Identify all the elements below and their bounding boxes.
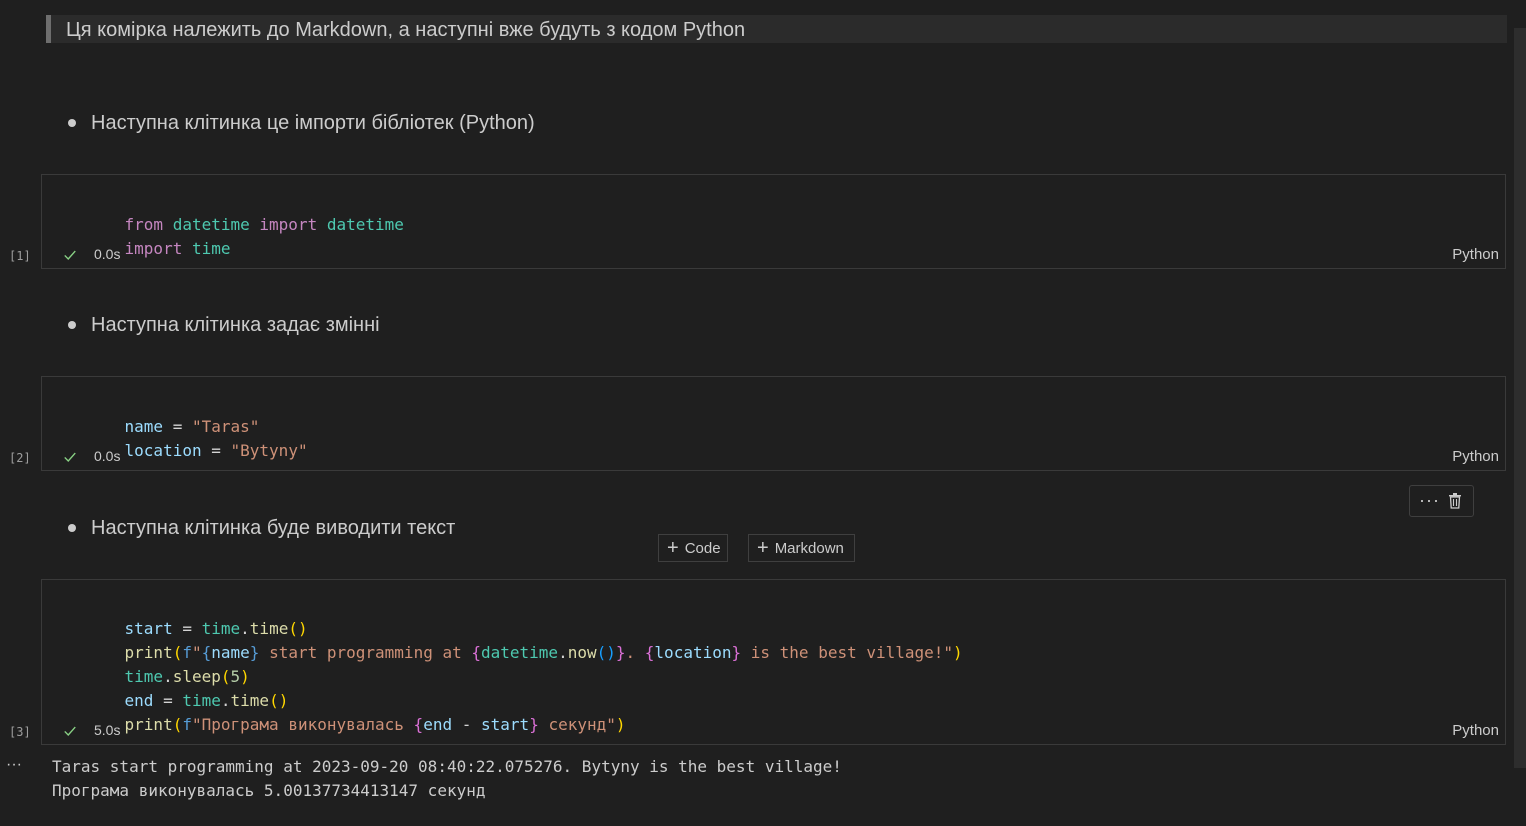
code-token: { [644, 643, 655, 662]
code-token: now [567, 643, 597, 662]
cell-language-picker[interactable]: Python [1452, 246, 1499, 263]
markdown-bullet-output[interactable]: Наступна клітинка буде виводити текст [68, 513, 455, 543]
markdown-bullet-variables[interactable]: Наступна клітинка задає змінні [68, 310, 380, 340]
code-token: ) [615, 715, 626, 734]
code-token: } [529, 715, 539, 734]
code-token: - [461, 715, 472, 734]
code-token: "Програма виконувалась [191, 715, 414, 734]
plus-icon: + [757, 537, 769, 559]
bullet-dot-icon [68, 119, 76, 127]
markdown-header-text: Ця комірка належить до Markdown, а насту… [66, 19, 746, 41]
execution-time: 5.0s [94, 722, 121, 738]
code-token: import [259, 215, 318, 234]
code-cell-3[interactable]: start = time.time() print(f"{name} start… [41, 579, 1506, 745]
output-line: Програма виконувалась 5.00137734413147 с… [52, 781, 486, 800]
execution-count: [1] [9, 249, 31, 263]
code-token: } [615, 643, 626, 662]
code-token: print [124, 715, 173, 734]
code-cell-1[interactable]: from datetime import datetime import tim… [41, 174, 1506, 269]
execution-count: [2] [9, 451, 31, 465]
execution-count: [3] [9, 725, 31, 739]
ellipsis-icon[interactable]: ··· [1419, 490, 1440, 511]
markdown-header-cell[interactable]: Ця комірка належить до Markdown, а насту… [46, 15, 1507, 43]
trash-icon[interactable] [1448, 493, 1462, 509]
check-icon [64, 452, 76, 462]
code-token: datetime [326, 215, 404, 234]
code-token: time [191, 239, 231, 258]
code-token: . [558, 643, 568, 662]
cell-language-picker[interactable]: Python [1452, 722, 1499, 739]
code-token: f [182, 715, 192, 734]
code-token: секунд" [538, 715, 616, 734]
code-token: location [124, 441, 202, 460]
code-token: ) [953, 643, 963, 662]
markdown-bullet-imports[interactable]: Наступна клітинка це імпорти бібліотек (… [68, 108, 535, 138]
code-token: = [211, 441, 221, 460]
cell-language-picker[interactable]: Python [1452, 448, 1499, 465]
button-label: Markdown [774, 539, 844, 557]
code-token: end [423, 715, 453, 734]
code-token: ( [172, 715, 183, 734]
code-line[interactable]: print(f"Програма виконувалась {end - sta… [86, 689, 626, 761]
code-token: { [471, 643, 481, 662]
bullet-dot-icon [68, 321, 76, 329]
execution-time: 0.0s [94, 246, 121, 262]
code-token: datetime [481, 643, 559, 662]
check-icon [64, 250, 76, 260]
add-code-cell-button[interactable]: + Code [658, 534, 728, 562]
plus-icon: + [667, 537, 679, 559]
code-token: location [654, 643, 732, 662]
cell-toolbar: ··· [1409, 485, 1474, 517]
code-cell-2[interactable]: name = "Taras" location = "Bytyny" 0.0s … [41, 376, 1506, 471]
code-token: is the best village!" [741, 643, 954, 662]
output-line: Taras start programming at 2023-09-20 08… [52, 757, 842, 776]
code-token: start [481, 715, 530, 734]
execution-time: 0.0s [94, 448, 121, 464]
code-token: { [413, 715, 424, 734]
code-token: "Bytyny" [230, 441, 308, 460]
bullet-dot-icon [68, 524, 76, 532]
code-token: . [625, 643, 645, 662]
add-markdown-cell-button[interactable]: + Markdown [748, 534, 855, 562]
button-label: Code [684, 539, 721, 557]
output-more-button[interactable]: ··· [6, 756, 22, 774]
bullet-text: Наступна клітинка буде виводити текст [91, 516, 456, 539]
code-token: } [249, 643, 260, 662]
code-token: import [124, 239, 183, 258]
check-icon [64, 726, 76, 736]
bullet-text: Наступна клітинка задає змінні [91, 313, 380, 336]
code-token: start programming at [259, 643, 472, 662]
code-token: () [596, 643, 616, 662]
vertical-scrollbar[interactable] [1514, 28, 1526, 768]
bullet-text: Наступна клітинка це імпорти бібліотек (… [91, 111, 535, 134]
code-token: } [731, 643, 742, 662]
